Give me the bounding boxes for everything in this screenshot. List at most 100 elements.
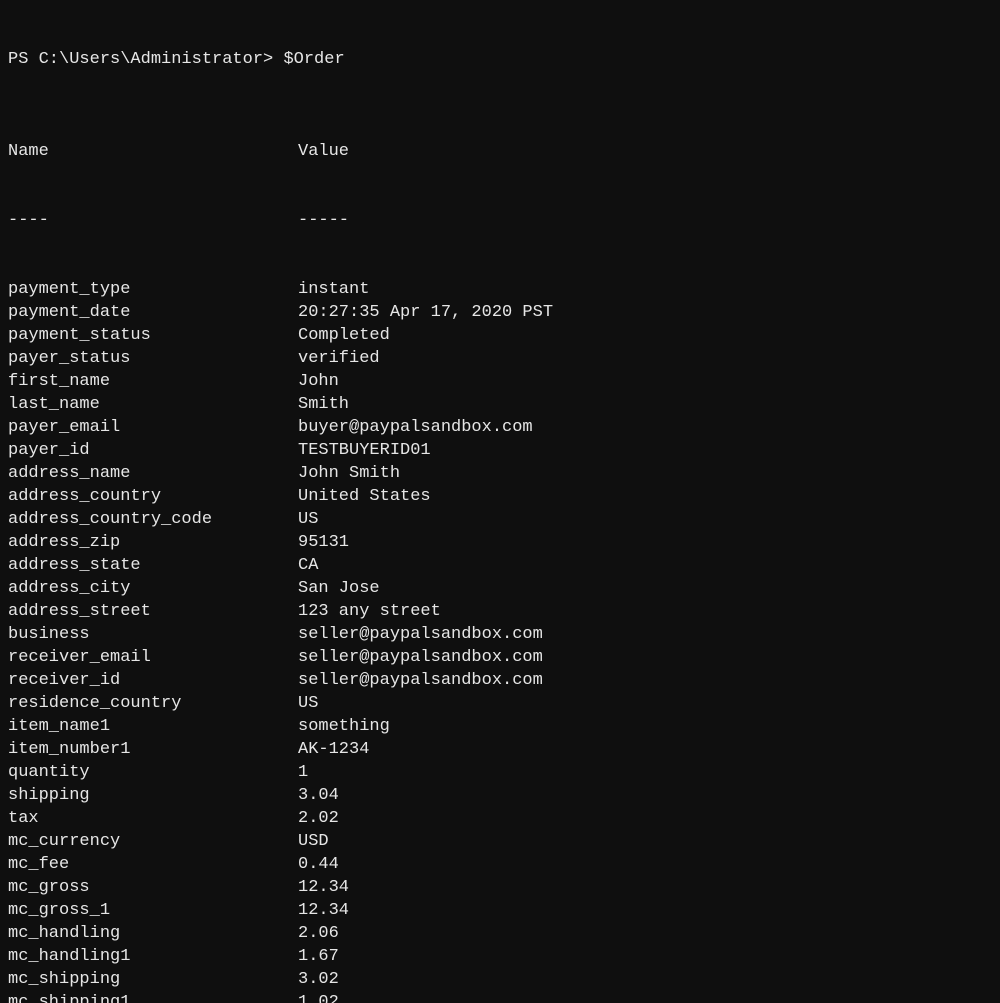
row-name: payer_id — [8, 439, 298, 462]
row-value: verified — [298, 347, 992, 370]
table-row: address_nameJohn Smith — [8, 462, 992, 485]
table-row: payment_date20:27:35 Apr 17, 2020 PST — [8, 301, 992, 324]
prompt-line: PS C:\Users\Administrator> $Order — [8, 48, 992, 71]
table-header: Name Value — [8, 140, 992, 163]
table-row: last_nameSmith — [8, 393, 992, 416]
row-name: address_state — [8, 554, 298, 577]
row-value: instant — [298, 278, 992, 301]
row-name: payment_type — [8, 278, 298, 301]
row-name: mc_handling1 — [8, 945, 298, 968]
row-value: John — [298, 370, 992, 393]
row-value: 2.02 — [298, 807, 992, 830]
row-name: item_number1 — [8, 738, 298, 761]
table-row: mc_shipping3.02 — [8, 968, 992, 991]
table-row: quantity1 — [8, 761, 992, 784]
row-value: 1 — [298, 761, 992, 784]
row-value: USD — [298, 830, 992, 853]
row-value: John Smith — [298, 462, 992, 485]
row-name: residence_country — [8, 692, 298, 715]
row-name: mc_gross — [8, 876, 298, 899]
table-row: mc_gross12.34 — [8, 876, 992, 899]
row-value: buyer@paypalsandbox.com — [298, 416, 992, 439]
row-name: receiver_email — [8, 646, 298, 669]
row-value: 95131 — [298, 531, 992, 554]
row-name: item_name1 — [8, 715, 298, 738]
row-name: payment_status — [8, 324, 298, 347]
table-row: address_country_codeUS — [8, 508, 992, 531]
table-divider: ---- ----- — [8, 209, 992, 232]
table-row: residence_countryUS — [8, 692, 992, 715]
row-name: address_country_code — [8, 508, 298, 531]
row-name: address_zip — [8, 531, 298, 554]
row-value: AK-1234 — [298, 738, 992, 761]
row-name: shipping — [8, 784, 298, 807]
table-row: address_citySan Jose — [8, 577, 992, 600]
row-value: 12.34 — [298, 899, 992, 922]
table-row: address_street123 any street — [8, 600, 992, 623]
row-name: mc_handling — [8, 922, 298, 945]
header-value: Value — [298, 140, 992, 163]
table-row: payer_idTESTBUYERID01 — [8, 439, 992, 462]
table-row: item_number1AK-1234 — [8, 738, 992, 761]
row-name: payer_status — [8, 347, 298, 370]
row-value: 3.02 — [298, 968, 992, 991]
table-row: mc_gross_112.34 — [8, 899, 992, 922]
table-row: address_zip95131 — [8, 531, 992, 554]
row-name: payment_date — [8, 301, 298, 324]
table-row: businessseller@paypalsandbox.com — [8, 623, 992, 646]
table-row: payer_statusverified — [8, 347, 992, 370]
row-name: mc_fee — [8, 853, 298, 876]
row-value: Smith — [298, 393, 992, 416]
table-row: payment_statusCompleted — [8, 324, 992, 347]
row-value: something — [298, 715, 992, 738]
table-row: mc_shipping11.02 — [8, 991, 992, 1003]
table-row: mc_fee0.44 — [8, 853, 992, 876]
row-name: address_street — [8, 600, 298, 623]
row-value: 3.04 — [298, 784, 992, 807]
row-name: mc_shipping1 — [8, 991, 298, 1003]
table-row: address_stateCA — [8, 554, 992, 577]
table-row: receiver_idseller@paypalsandbox.com — [8, 669, 992, 692]
row-value: seller@paypalsandbox.com — [298, 623, 992, 646]
row-name: tax — [8, 807, 298, 830]
row-value: TESTBUYERID01 — [298, 439, 992, 462]
row-value: US — [298, 508, 992, 531]
row-value: 20:27:35 Apr 17, 2020 PST — [298, 301, 992, 324]
row-name: mc_shipping — [8, 968, 298, 991]
row-name: mc_gross_1 — [8, 899, 298, 922]
row-name: last_name — [8, 393, 298, 416]
row-value: United States — [298, 485, 992, 508]
row-name: mc_currency — [8, 830, 298, 853]
table-row: receiver_emailseller@paypalsandbox.com — [8, 646, 992, 669]
row-name: address_city — [8, 577, 298, 600]
row-name: receiver_id — [8, 669, 298, 692]
row-value: seller@paypalsandbox.com — [298, 669, 992, 692]
table-row: mc_currencyUSD — [8, 830, 992, 853]
row-value: 0.44 — [298, 853, 992, 876]
row-value: 1.67 — [298, 945, 992, 968]
row-name: quantity — [8, 761, 298, 784]
row-value: seller@paypalsandbox.com — [298, 646, 992, 669]
header-name: Name — [8, 140, 298, 163]
table-row: first_nameJohn — [8, 370, 992, 393]
table-row: mc_handling2.06 — [8, 922, 992, 945]
divider-value: ----- — [298, 209, 992, 232]
table-row: tax2.02 — [8, 807, 992, 830]
row-name: payer_email — [8, 416, 298, 439]
row-value: 12.34 — [298, 876, 992, 899]
row-value: 123 any street — [298, 600, 992, 623]
row-value: US — [298, 692, 992, 715]
row-value: San Jose — [298, 577, 992, 600]
table-row: payment_typeinstant — [8, 278, 992, 301]
table-row: item_name1something — [8, 715, 992, 738]
row-name: business — [8, 623, 298, 646]
row-name: address_name — [8, 462, 298, 485]
row-name: first_name — [8, 370, 298, 393]
row-value: 1.02 — [298, 991, 992, 1003]
row-value: CA — [298, 554, 992, 577]
terminal-output[interactable]: PS C:\Users\Administrator> $Order Name V… — [0, 0, 1000, 1003]
row-value: 2.06 — [298, 922, 992, 945]
table-row: shipping3.04 — [8, 784, 992, 807]
table-row: mc_handling11.67 — [8, 945, 992, 968]
row-value: Completed — [298, 324, 992, 347]
